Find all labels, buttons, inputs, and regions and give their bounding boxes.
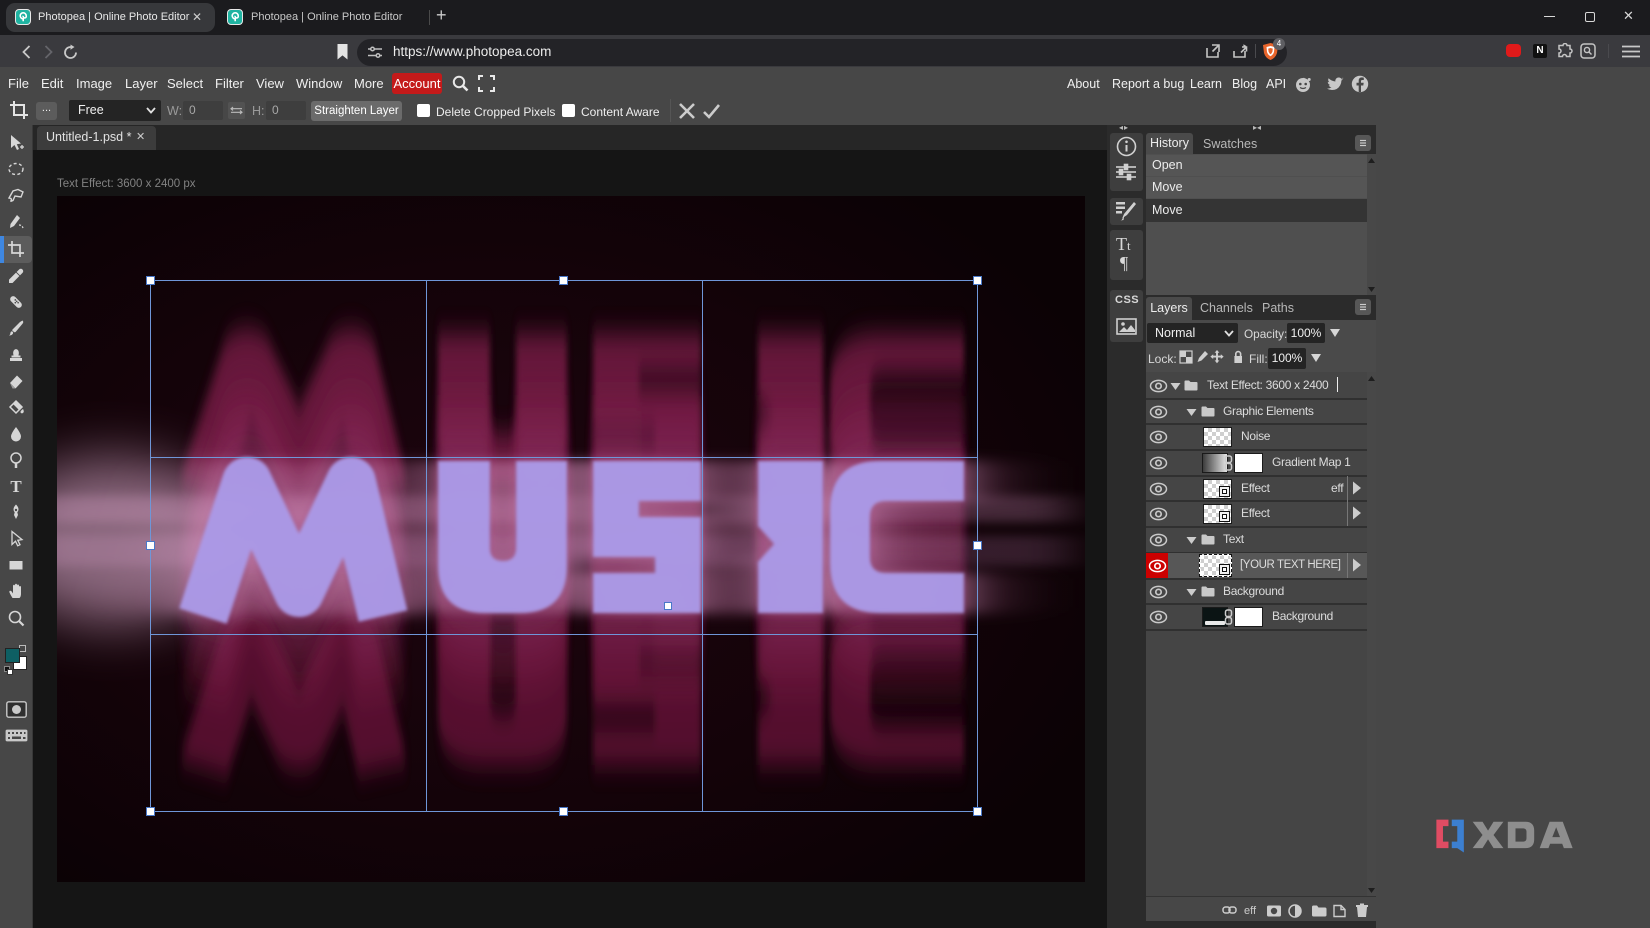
- svg-text:T: T: [10, 477, 22, 495]
- svg-text:eff: eff: [1244, 905, 1257, 917]
